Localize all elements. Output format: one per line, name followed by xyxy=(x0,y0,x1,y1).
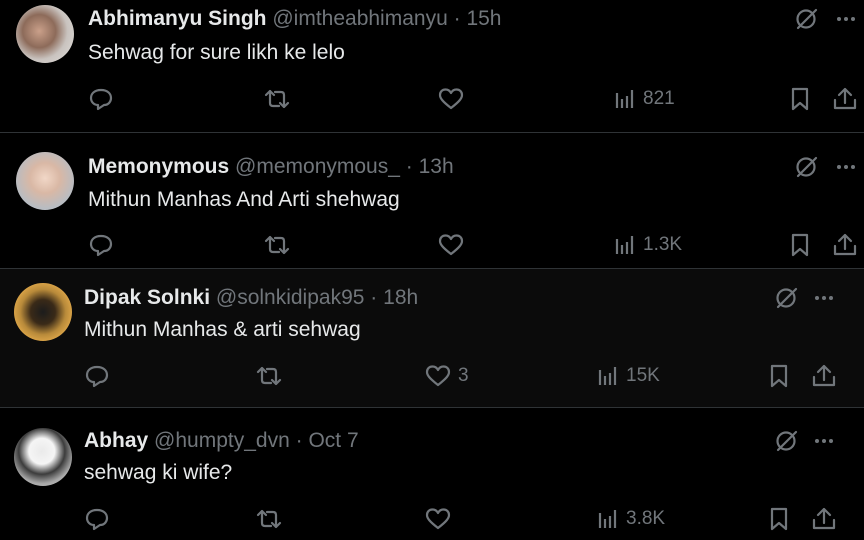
tweet-header: Abhay @humpty_dvn · Oct 7 xyxy=(84,428,359,454)
retweet-button[interactable] xyxy=(263,230,297,260)
views-button[interactable]: 3.8K xyxy=(596,504,665,534)
more-icon[interactable] xyxy=(834,154,858,180)
views-icon xyxy=(596,363,620,389)
author-handle[interactable]: @imtheabhimanyu xyxy=(272,7,447,30)
bookmark-icon xyxy=(767,506,791,532)
action-bar: 1.3K xyxy=(0,230,864,260)
grok-icon[interactable] xyxy=(794,6,820,32)
like-count: 3 xyxy=(458,365,469,386)
views-button[interactable]: 15K xyxy=(596,361,660,391)
bookmark-icon xyxy=(788,86,812,112)
retweet-icon xyxy=(255,363,283,389)
heart-icon xyxy=(424,363,452,389)
like-button[interactable]: 3 xyxy=(424,361,469,391)
author-name[interactable]: Memonymous xyxy=(88,155,229,178)
avatar[interactable] xyxy=(14,283,72,341)
tweet-header: Memonymous @memonymous_ · 13h xyxy=(88,154,454,180)
reply-icon xyxy=(84,506,110,532)
share-icon xyxy=(811,506,837,532)
tweet-text: sehwag ki wife? xyxy=(84,461,233,484)
tweet-text: Mithun Manhas And Arti shehwag xyxy=(88,188,400,211)
like-button[interactable] xyxy=(437,84,471,114)
retweet-icon xyxy=(255,506,283,532)
author-name[interactable]: Dipak Solnki xyxy=(84,286,210,309)
retweet-button[interactable] xyxy=(255,504,289,534)
action-bar: 821 xyxy=(0,84,864,114)
avatar[interactable] xyxy=(16,152,74,210)
reply-icon xyxy=(88,86,114,112)
grok-icon[interactable] xyxy=(794,154,820,180)
bookmark-button[interactable] xyxy=(767,361,791,391)
heart-icon xyxy=(437,232,465,258)
retweet-icon xyxy=(263,86,291,112)
grok-icon[interactable] xyxy=(774,285,800,311)
more-icon[interactable] xyxy=(834,6,858,32)
reply-icon xyxy=(88,232,114,258)
views-count: 1.3K xyxy=(643,234,683,255)
heart-icon xyxy=(424,506,452,532)
timestamp[interactable]: 15h xyxy=(466,7,501,30)
retweet-icon xyxy=(263,232,291,258)
author-handle[interactable]: @solnkidipak95 xyxy=(216,286,365,309)
timestamp[interactable]: 13h xyxy=(419,155,454,178)
bookmark-button[interactable] xyxy=(788,84,812,114)
tweet-header: Dipak Solnki @solnkidipak95 · 18h xyxy=(84,285,418,311)
bookmark-button[interactable] xyxy=(767,504,791,534)
share-button[interactable] xyxy=(832,84,858,114)
views-icon xyxy=(613,86,637,112)
share-icon xyxy=(832,232,858,258)
timestamp[interactable]: Oct 7 xyxy=(308,429,358,452)
tweet[interactable]: Memonymous @memonymous_ · 13h Mithun Man… xyxy=(0,133,864,269)
views-count: 15K xyxy=(626,365,660,386)
reply-button[interactable] xyxy=(88,230,120,260)
retweet-button[interactable] xyxy=(255,361,289,391)
reply-button[interactable] xyxy=(88,84,120,114)
heart-icon xyxy=(437,86,465,112)
more-icon[interactable] xyxy=(812,428,836,454)
timestamp[interactable]: 18h xyxy=(383,286,418,309)
share-button[interactable] xyxy=(811,361,837,391)
share-button[interactable] xyxy=(811,504,837,534)
grok-icon[interactable] xyxy=(774,428,800,454)
tweet[interactable]: Abhimanyu Singh @imtheabhimanyu · 15h Se… xyxy=(0,0,864,133)
bookmark-button[interactable] xyxy=(788,230,812,260)
reply-button[interactable] xyxy=(84,504,116,534)
separator-dot: · xyxy=(405,155,413,178)
views-icon xyxy=(613,232,637,258)
share-button[interactable] xyxy=(832,230,858,260)
separator-dot: · xyxy=(295,429,303,452)
tweet-header: Abhimanyu Singh @imtheabhimanyu · 15h xyxy=(88,6,501,32)
tweet-text: Mithun Manhas & arti sehwag xyxy=(84,318,361,341)
views-count: 3.8K xyxy=(626,508,666,529)
tweet[interactable]: Dipak Solnki @solnkidipak95 · 18h Mithun… xyxy=(0,269,864,408)
action-bar: 3.8K xyxy=(0,504,864,534)
bookmark-icon xyxy=(788,232,812,258)
share-icon xyxy=(832,86,858,112)
author-name[interactable]: Abhimanyu Singh xyxy=(88,7,267,30)
share-icon xyxy=(811,363,837,389)
like-button[interactable] xyxy=(437,230,471,260)
author-handle[interactable]: @humpty_dvn xyxy=(154,429,290,452)
action-bar: 3 15K xyxy=(0,361,864,391)
like-button[interactable] xyxy=(424,504,458,534)
tweet-text: Sehwag for sure likh ke lelo xyxy=(88,41,345,64)
views-button[interactable]: 821 xyxy=(613,84,675,114)
more-icon[interactable] xyxy=(812,285,836,311)
author-handle[interactable]: @memonymous_ xyxy=(235,155,400,178)
avatar[interactable] xyxy=(16,5,74,63)
reply-icon xyxy=(84,363,110,389)
reply-button[interactable] xyxy=(84,361,116,391)
author-name[interactable]: Abhay xyxy=(84,429,148,452)
separator-dot: · xyxy=(453,7,461,30)
retweet-button[interactable] xyxy=(263,84,297,114)
views-count: 821 xyxy=(643,88,675,109)
bookmark-icon xyxy=(767,363,791,389)
separator-dot: · xyxy=(370,286,378,309)
avatar[interactable] xyxy=(14,428,72,486)
views-icon xyxy=(596,506,620,532)
tweet[interactable]: Abhay @humpty_dvn · Oct 7 sehwag ki wife… xyxy=(0,408,864,540)
views-button[interactable]: 1.3K xyxy=(613,230,682,260)
